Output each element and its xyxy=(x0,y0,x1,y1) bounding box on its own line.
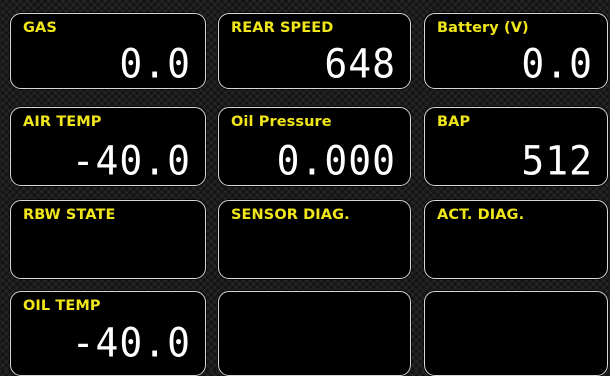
tile-rear-speed[interactable]: REAR SPEED 648 xyxy=(218,13,411,89)
gauge-grid: GAS 0.0 REAR SPEED 648 Battery (V) 0.0 A… xyxy=(0,0,610,376)
tile-empty-1[interactable] xyxy=(218,291,411,376)
tile-empty-2[interactable] xyxy=(424,291,608,376)
tile-act-diag[interactable]: ACT. DIAG. xyxy=(424,200,608,279)
tile-label: ACT. DIAG. xyxy=(437,207,525,223)
tile-oil-pressure[interactable]: Oil Pressure 0.000 xyxy=(218,107,411,186)
tile-value: -40.0 xyxy=(71,319,191,367)
tile-battery-voltage[interactable]: Battery (V) 0.0 xyxy=(424,13,608,89)
tile-value: 648 xyxy=(324,40,396,88)
tile-gas[interactable]: GAS 0.0 xyxy=(10,13,206,89)
tile-oil-temp[interactable]: OIL TEMP -40.0 xyxy=(10,291,206,376)
tile-value: 0.0 xyxy=(521,40,593,88)
tile-value: -40.0 xyxy=(71,137,191,185)
tile-label: Battery (V) xyxy=(437,20,529,36)
tile-bap[interactable]: BAP 512 xyxy=(424,107,608,186)
tile-label: RBW STATE xyxy=(23,207,116,223)
tile-label: GAS xyxy=(23,20,57,36)
tile-label: OIL TEMP xyxy=(23,298,101,314)
tile-value: 0.000 xyxy=(276,137,396,185)
tile-rbw-state[interactable]: RBW STATE xyxy=(10,200,206,279)
tile-label: Oil Pressure xyxy=(231,114,332,130)
tile-air-temp[interactable]: AIR TEMP -40.0 xyxy=(10,107,206,186)
tile-value: 512 xyxy=(521,137,593,185)
tile-value: 0.0 xyxy=(119,40,191,88)
tile-sensor-diag[interactable]: SENSOR DIAG. xyxy=(218,200,411,279)
tile-label: BAP xyxy=(437,114,471,130)
tile-label: AIR TEMP xyxy=(23,114,102,130)
tile-label: SENSOR DIAG. xyxy=(231,207,350,223)
tile-label: REAR SPEED xyxy=(231,20,334,36)
